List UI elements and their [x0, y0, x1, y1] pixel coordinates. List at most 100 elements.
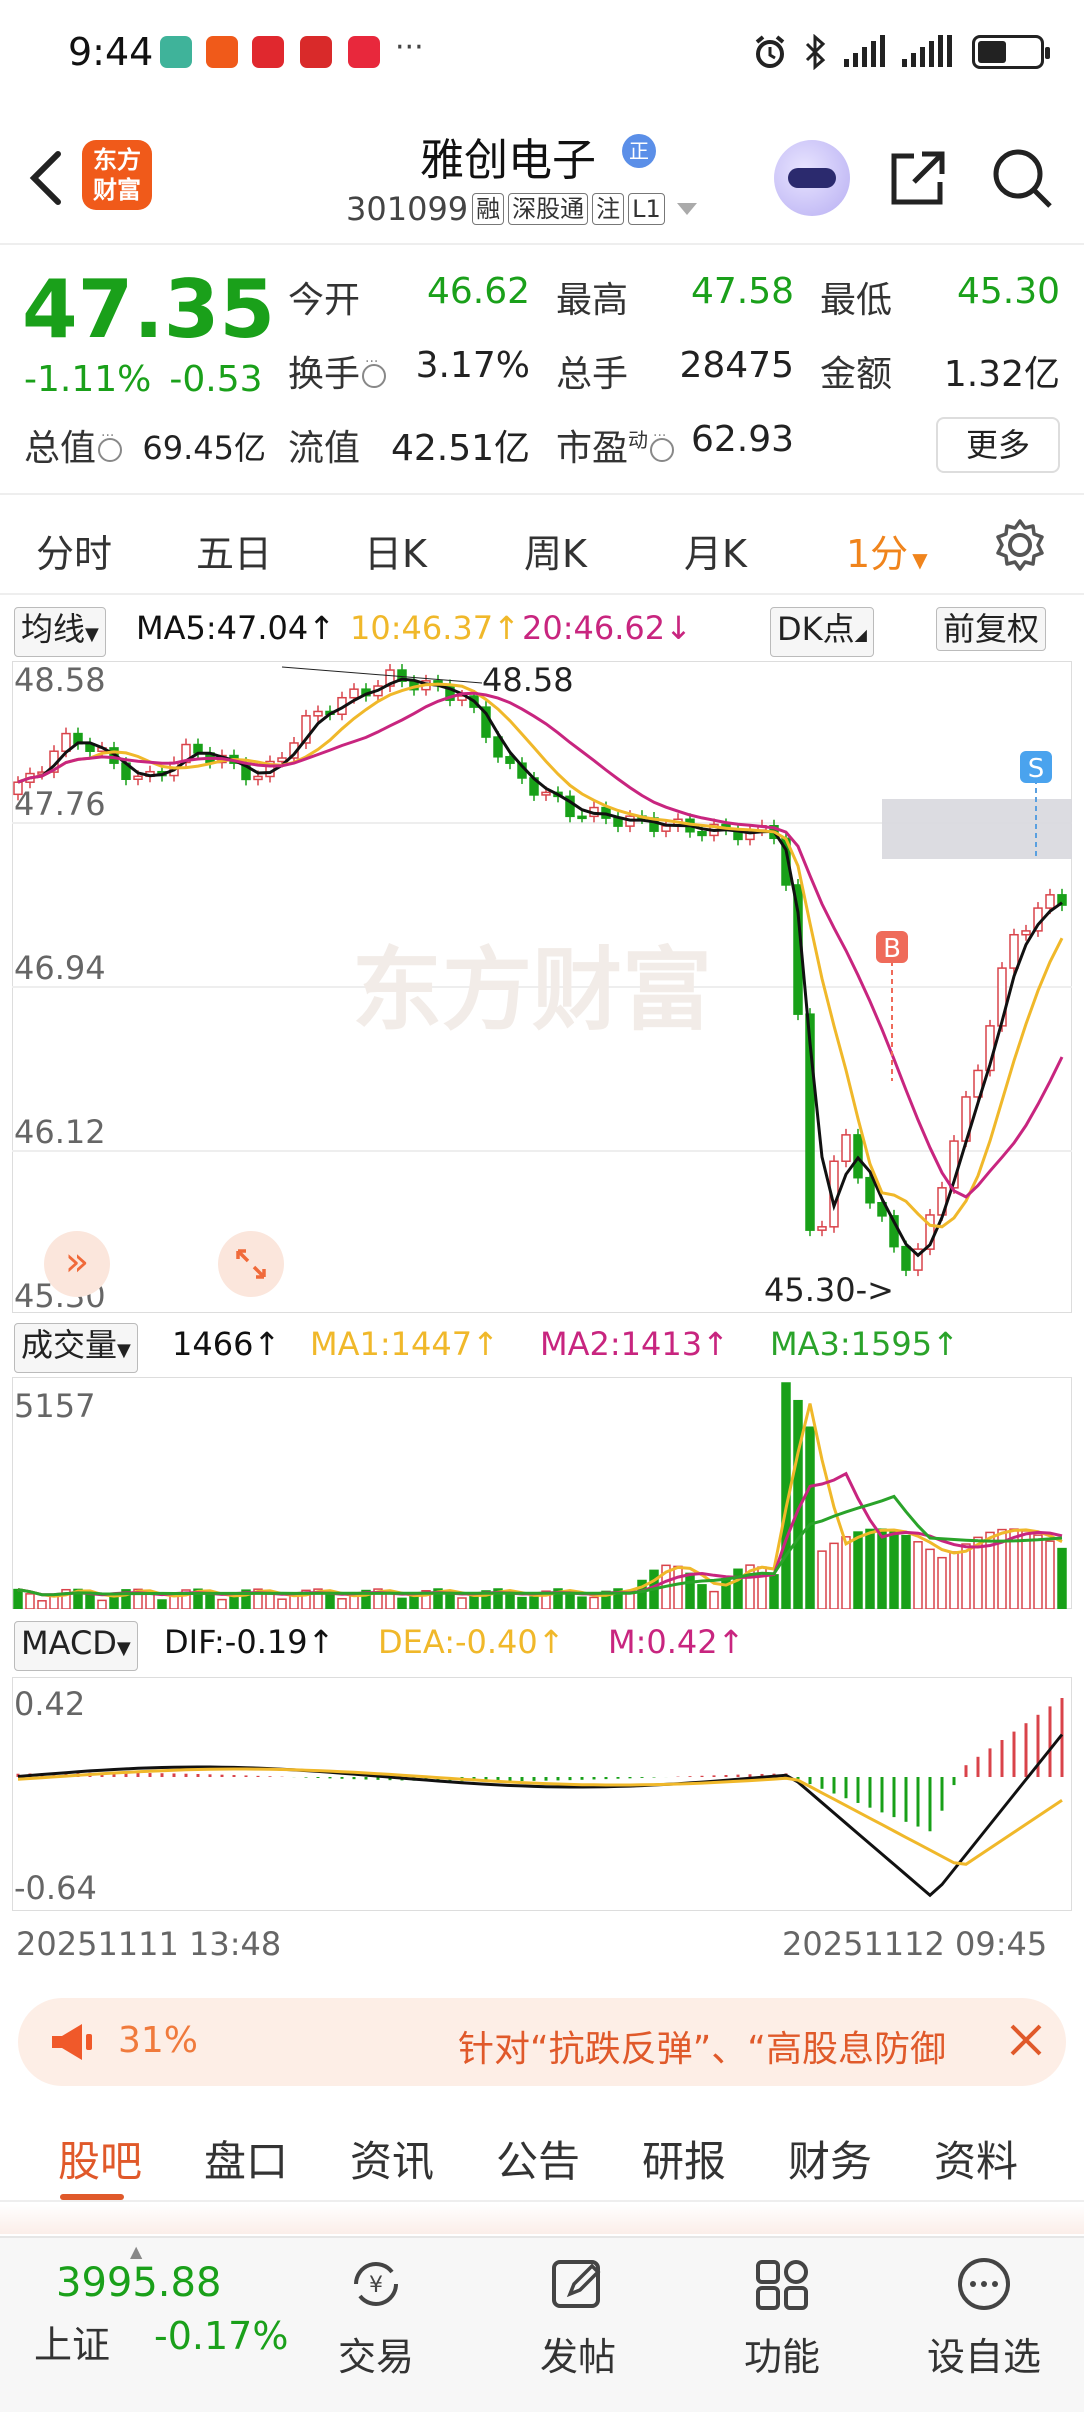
nav-add-watchlist[interactable]: 设自选	[914, 2254, 1054, 2381]
tag-margin: 融	[472, 193, 505, 225]
promo-banner[interactable]: 31% 针对“抗跌反弹”、“高股息防御	[18, 1998, 1066, 2086]
nav-functions[interactable]: 功能	[712, 2254, 852, 2381]
turnover-value: 3.17%	[415, 345, 530, 386]
tab-forum[interactable]: 股吧	[58, 2128, 142, 2189]
volume-bar	[1033, 1534, 1043, 1609]
volume-bar	[37, 1600, 47, 1609]
svg-text:¥: ¥	[369, 2273, 383, 2298]
volume-bar	[469, 1595, 479, 1609]
high-label: 最高	[556, 280, 629, 321]
ma-select[interactable]: 均线▼	[14, 607, 106, 657]
battery-icon	[972, 35, 1050, 69]
grid-icon	[756, 2260, 808, 2310]
low-label: 最低	[820, 280, 893, 321]
volume-bar	[829, 1542, 839, 1609]
tab-weekly-k[interactable]: 周K	[524, 523, 587, 578]
expand-sidebar-button[interactable]: »	[44, 1231, 110, 1297]
sell-marker[interactable]: S	[1020, 751, 1052, 784]
volume-chart[interactable]	[12, 1377, 1072, 1609]
tab-five-day[interactable]: 五日	[196, 523, 272, 578]
price-chart[interactable]: S B 东方财富 48.58 45.30->	[12, 661, 1072, 1313]
more-button[interactable]: 更多	[936, 417, 1060, 473]
tab-news[interactable]: 资讯	[350, 2128, 434, 2189]
caret-up-icon: ▲	[130, 2242, 143, 2261]
volume-bar	[517, 1596, 527, 1609]
candle	[1021, 930, 1031, 936]
market-cap-value: 69.45亿	[142, 429, 266, 467]
volume-bar	[901, 1534, 911, 1609]
chevron-down-icon	[676, 203, 697, 215]
stock-code-row[interactable]: 301099 融 深股通 注 L1	[346, 190, 697, 228]
macd-chart[interactable]	[12, 1677, 1072, 1911]
candle	[577, 815, 587, 820]
tag-level: L1	[628, 193, 665, 225]
candle	[661, 825, 671, 832]
volume-bar	[805, 1426, 815, 1609]
change-percent: -1.11%	[24, 359, 152, 400]
signal-icon	[844, 35, 885, 67]
volume-bar	[1045, 1540, 1055, 1609]
index-change: -0.17%	[154, 2314, 289, 2358]
signal-icon	[902, 35, 952, 67]
candle	[901, 1245, 911, 1271]
tab-announcements[interactable]: 公告	[496, 2128, 580, 2189]
back-arrow-icon[interactable]	[22, 148, 72, 208]
volume-ma3: MA3:1595↑	[770, 1325, 959, 1363]
candle	[841, 1134, 851, 1162]
clock: 9:44	[68, 30, 154, 74]
volume-bar	[673, 1565, 683, 1609]
high-value: 47.58	[690, 271, 794, 312]
ai-assistant-icon[interactable]	[774, 140, 850, 216]
time-end-label: 20251112 09:45	[782, 1925, 1048, 1963]
content-preview-strip	[0, 2204, 1084, 2234]
tab-profile[interactable]: 资料	[934, 2128, 1018, 2189]
candle	[193, 743, 203, 754]
stock-name: 雅创电子	[420, 135, 596, 186]
volume-bar	[397, 1597, 407, 1609]
ma10-value: 10:46.37↑	[350, 609, 520, 647]
tab-daily-k[interactable]: 日K	[364, 523, 427, 578]
volume-bar	[289, 1594, 299, 1609]
open-value: 46.62	[426, 271, 530, 312]
banner-text: 针对“抗跌反弹”、“高股息防御	[458, 2029, 946, 2070]
change-amount: -0.53	[169, 359, 263, 400]
close-icon[interactable]	[1006, 2020, 1046, 2060]
volume-select[interactable]: 成交量▼	[14, 1323, 138, 1373]
gear-icon[interactable]	[992, 517, 1048, 573]
svg-text:B: B	[883, 934, 901, 964]
adjust-price-button[interactable]: 前复权	[936, 607, 1047, 651]
bottom-nav: ▲ 3995.88 上证 -0.17% ¥ 交易 发帖 功能 设自选	[0, 2236, 1084, 2412]
macd-select[interactable]: MACD▼	[14, 1621, 138, 1671]
pe-value: 62.93	[690, 419, 794, 460]
stock-code: 301099	[346, 190, 469, 228]
market-cap-label: 总值	[24, 419, 123, 471]
volume-bar	[949, 1551, 959, 1609]
tab-research[interactable]: 研报	[642, 2128, 726, 2189]
tag-registration: 注	[592, 193, 625, 225]
tab-order-book[interactable]: 盘口	[204, 2128, 288, 2189]
y-axis-label: 46.94	[14, 949, 106, 987]
volume-bar	[685, 1572, 695, 1609]
nav-trade[interactable]: ¥ 交易	[306, 2254, 446, 2381]
stock-header: 东方 财富 雅创电子 正 301099 融 深股通 注 L1	[0, 110, 1084, 245]
candle	[133, 775, 143, 780]
tab-intraday[interactable]: 分时	[36, 523, 112, 578]
share-icon[interactable]	[886, 146, 950, 210]
search-icon[interactable]	[990, 146, 1054, 210]
volume-bar	[97, 1599, 107, 1609]
buy-marker[interactable]: B	[876, 931, 908, 964]
tab-monthly-k[interactable]: 月K	[684, 523, 747, 578]
fullscreen-button[interactable]	[218, 1231, 284, 1297]
svg-text:S: S	[1028, 754, 1045, 784]
dk-point-button[interactable]: DK点◢	[770, 607, 874, 657]
app-notification-icon	[348, 36, 380, 68]
tab-financials[interactable]: 财务	[788, 2128, 872, 2189]
tag-connect: 深股通	[508, 193, 589, 225]
tab-one-minute[interactable]: 1分 ▼	[846, 523, 928, 578]
index-name: 上证	[34, 2323, 111, 2367]
volume-ma2: MA2:1413↑	[540, 1325, 729, 1363]
volume-bar	[409, 1595, 419, 1609]
volume-bar	[529, 1596, 539, 1609]
kline-chart-area[interactable]: 均线▼ MA5:47.04↑ 10:46.37↑ 20:46.62↓ DK点◢ …	[0, 597, 1084, 1977]
nav-post[interactable]: 发帖	[508, 2254, 648, 2381]
